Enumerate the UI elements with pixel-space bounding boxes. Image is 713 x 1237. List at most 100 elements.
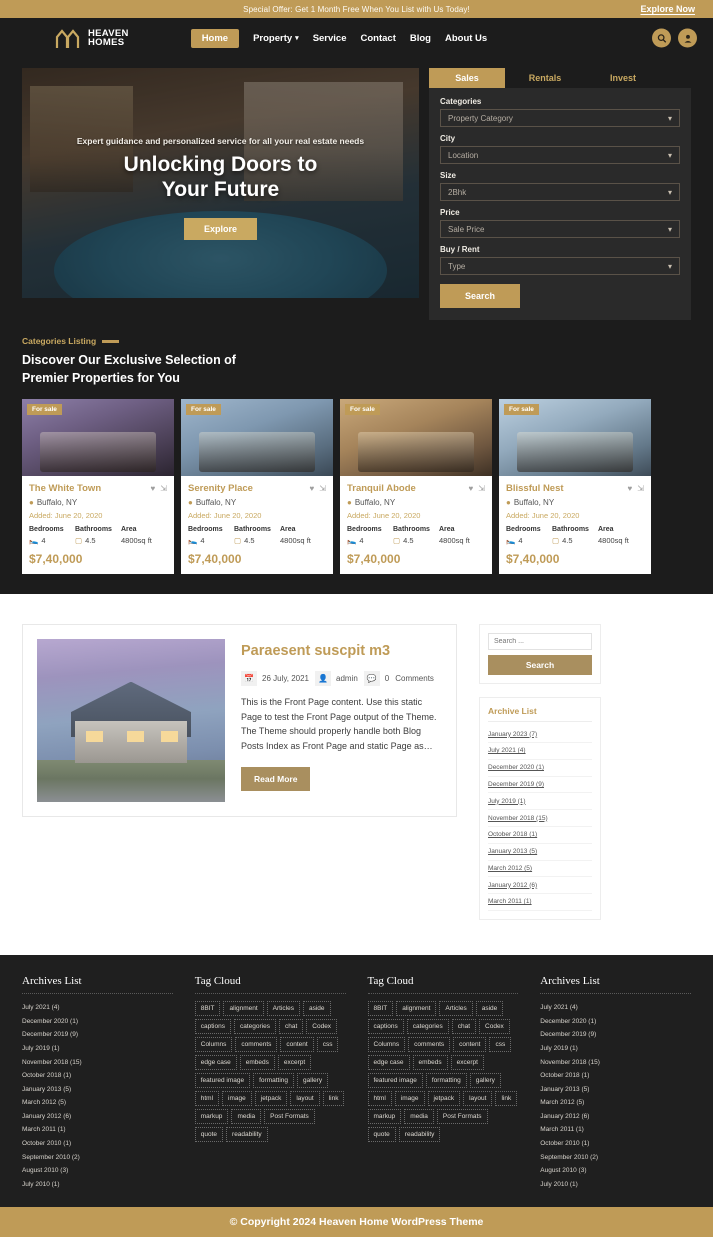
nav-item-service[interactable]: Service — [313, 33, 347, 44]
footer-archive-item[interactable]: January 2012 (6) — [22, 1110, 173, 1124]
archive-item[interactable]: January 2012 (6) — [488, 877, 592, 895]
footer-tag-item[interactable]: media — [231, 1108, 262, 1124]
footer-tag-item[interactable]: jetpack — [254, 1090, 288, 1106]
footer-tag-item[interactable]: featured image — [194, 1072, 251, 1088]
property-title[interactable]: The White Town — [29, 483, 101, 494]
brand-logo[interactable]: HEAVEN HOMES — [54, 27, 129, 49]
nav-item-property[interactable]: Property ▾ — [253, 33, 299, 44]
footer-tag-item[interactable]: link — [322, 1090, 345, 1106]
footer-archive-item[interactable]: September 2010 (2) — [540, 1150, 691, 1164]
favorite-heart-icon[interactable]: ♥ — [469, 484, 474, 493]
favorite-heart-icon[interactable]: ♥ — [151, 484, 156, 493]
archive-item[interactable]: November 2018 (15) — [488, 810, 592, 827]
footer-tag-item[interactable]: readability — [398, 1126, 441, 1142]
footer-tag-item[interactable]: Articles — [439, 1000, 473, 1016]
property-title[interactable]: Tranquil Abode — [347, 483, 416, 494]
nav-item-blog[interactable]: Blog — [410, 33, 431, 44]
footer-archive-item[interactable]: December 2020 (1) — [22, 1014, 173, 1028]
sidebar-search-button[interactable]: Search — [488, 655, 592, 676]
property-card[interactable]: For sale Blissful Nest ♥ ⇲ ● Buffalo, NY — [499, 399, 651, 575]
footer-tag-item[interactable]: chat — [278, 1018, 304, 1034]
footer-tag-item[interactable]: readability — [226, 1126, 268, 1142]
footer-tag-item[interactable]: edge case — [367, 1054, 410, 1070]
explore-now-link[interactable]: Explore Now — [640, 4, 695, 14]
footer-tag-item[interactable]: excerpt — [277, 1054, 312, 1070]
select-buy-rent[interactable]: Type ▾ — [440, 257, 680, 275]
archive-item[interactable]: July 2019 (1) — [488, 793, 592, 811]
footer-archive-item[interactable]: October 2018 (1) — [22, 1069, 173, 1083]
footer-tag-item[interactable]: embeds — [412, 1054, 448, 1070]
footer-tag-item[interactable]: 8BIT — [367, 1000, 394, 1016]
archive-item[interactable]: July 2021 (4) — [488, 743, 592, 760]
compare-icon[interactable]: ⇲ — [160, 484, 167, 493]
footer-archive-item[interactable]: October 2018 (1) — [540, 1069, 691, 1083]
archive-item[interactable]: October 2018 (1) — [488, 827, 592, 844]
footer-archive-item[interactable]: October 2010 (1) — [22, 1137, 173, 1151]
footer-tag-item[interactable]: Post Formats — [264, 1108, 315, 1124]
footer-tag-item[interactable]: comments — [408, 1036, 451, 1052]
footer-tag-item[interactable]: html — [367, 1090, 392, 1106]
footer-tag-item[interactable]: embeds — [239, 1054, 275, 1070]
footer-tag-item[interactable]: content — [280, 1036, 314, 1052]
nav-item-contact[interactable]: Contact — [361, 33, 396, 44]
footer-archive-item[interactable]: March 2011 (1) — [540, 1123, 691, 1137]
footer-tag-item[interactable]: Codex — [306, 1018, 338, 1034]
footer-tag-item[interactable]: layout — [290, 1090, 320, 1106]
footer-tag-item[interactable]: comments — [235, 1036, 278, 1052]
footer-archive-item[interactable]: September 2010 (2) — [22, 1150, 173, 1164]
footer-tag-item[interactable]: css — [489, 1036, 512, 1052]
hero-explore-button[interactable]: Explore — [183, 217, 257, 240]
footer-tag-item[interactable]: Articles — [266, 1000, 300, 1016]
property-title[interactable]: Blissful Nest — [506, 483, 564, 494]
meta-author-text[interactable]: admin — [336, 674, 358, 683]
property-title[interactable]: Serenity Place — [188, 483, 253, 494]
archive-item[interactable]: January 2013 (5) — [488, 844, 592, 861]
footer-tag-item[interactable]: image — [222, 1090, 252, 1106]
tab-invest[interactable]: Invest — [585, 68, 661, 88]
footer-archive-item[interactable]: March 2011 (1) — [22, 1123, 173, 1137]
footer-tag-item[interactable]: formatting — [425, 1072, 467, 1088]
footer-tag-item[interactable]: excerpt — [450, 1054, 484, 1070]
footer-tag-item[interactable]: aside — [475, 1000, 504, 1016]
footer-tag-item[interactable]: media — [404, 1108, 434, 1124]
footer-tag-item[interactable]: html — [194, 1090, 220, 1106]
archive-item[interactable]: January 2023 (7) — [488, 726, 592, 744]
footer-archive-item[interactable]: December 2020 (1) — [540, 1014, 691, 1028]
footer-archive-item[interactable]: January 2012 (6) — [540, 1110, 691, 1124]
select-size[interactable]: 2Bhk ▾ — [440, 183, 680, 201]
footer-tag-item[interactable]: captions — [367, 1018, 404, 1034]
footer-archive-item[interactable]: July 2019 (1) — [22, 1042, 173, 1056]
footer-tag-item[interactable]: Codex — [479, 1018, 510, 1034]
footer-tag-item[interactable]: content — [453, 1036, 487, 1052]
tab-rentals[interactable]: Rentals — [507, 68, 583, 88]
footer-tag-item[interactable]: alignment — [223, 1000, 264, 1016]
footer-tag-item[interactable]: jetpack — [427, 1090, 461, 1106]
archive-item[interactable]: March 2012 (5) — [488, 861, 592, 878]
footer-tag-item[interactable]: captions — [194, 1018, 231, 1034]
footer-tag-item[interactable]: edge case — [194, 1054, 237, 1070]
property-search-button[interactable]: Search — [440, 284, 520, 308]
favorite-heart-icon[interactable]: ♥ — [628, 484, 633, 493]
footer-archive-item[interactable]: July 2010 (1) — [22, 1178, 173, 1192]
compare-icon[interactable]: ⇲ — [637, 484, 644, 493]
footer-tag-item[interactable]: categories — [233, 1018, 276, 1034]
footer-tag-item[interactable]: quote — [194, 1126, 224, 1142]
footer-tag-item[interactable]: categories — [406, 1018, 449, 1034]
footer-tag-item[interactable]: gallery — [469, 1072, 501, 1088]
footer-tag-item[interactable]: aside — [302, 1000, 331, 1016]
footer-tag-item[interactable]: markup — [367, 1108, 402, 1124]
footer-archive-item[interactable]: January 2013 (5) — [22, 1082, 173, 1096]
select-price[interactable]: Sale Price ▾ — [440, 220, 680, 238]
footer-tag-item[interactable]: Post Formats — [436, 1108, 488, 1124]
footer-tag-item[interactable]: link — [495, 1090, 518, 1106]
favorite-heart-icon[interactable]: ♥ — [310, 484, 315, 493]
footer-archive-item[interactable]: March 2012 (5) — [22, 1096, 173, 1110]
archive-item[interactable]: March 2011 (1) — [488, 894, 592, 911]
footer-archive-item[interactable]: July 2019 (1) — [540, 1042, 691, 1056]
account-icon-button[interactable] — [678, 28, 697, 48]
blog-post-title[interactable]: Paraesent suscpit m3 — [241, 643, 442, 659]
footer-tag-item[interactable]: markup — [194, 1108, 229, 1124]
footer-tag-item[interactable]: 8BIT — [194, 1000, 221, 1016]
footer-archive-item[interactable]: December 2019 (9) — [540, 1028, 691, 1042]
footer-tag-item[interactable]: image — [394, 1090, 425, 1106]
